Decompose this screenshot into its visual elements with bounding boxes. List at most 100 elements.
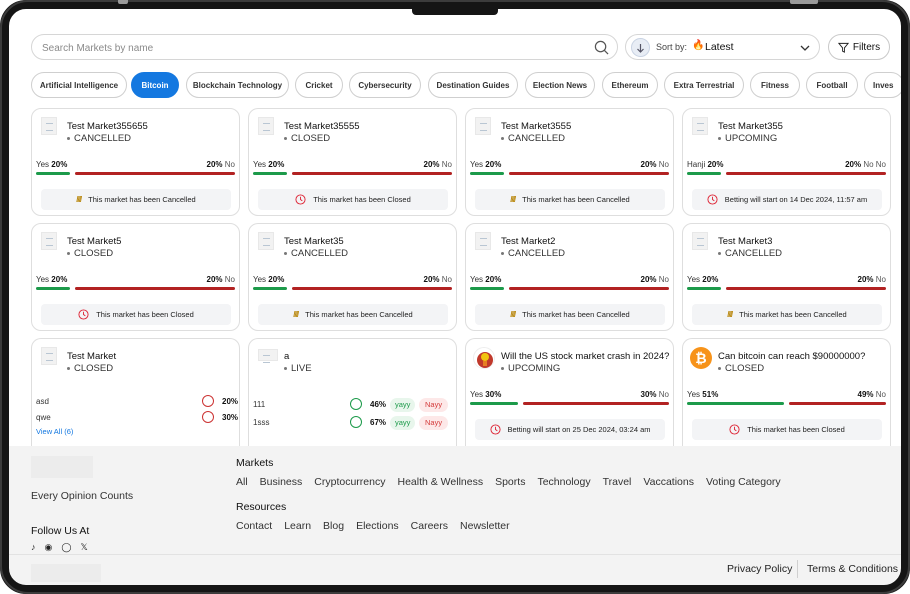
yes-label: Hanji 20% bbox=[687, 160, 724, 169]
market-card[interactable]: Test Market5 CLOSED Yes 20% 20% No This … bbox=[31, 223, 240, 331]
market-status-text: CANCELLED bbox=[508, 248, 566, 259]
yes-label: Yes 20% bbox=[253, 275, 285, 284]
yes-label: Yes 20% bbox=[470, 275, 502, 284]
chip-ethereum[interactable]: Ethereum bbox=[602, 72, 658, 98]
search-icon[interactable] bbox=[594, 40, 609, 55]
yes-button[interactable]: yayy bbox=[390, 416, 416, 430]
search-bar[interactable] bbox=[31, 34, 618, 60]
no-button[interactable]: Nayy bbox=[419, 416, 449, 430]
market-card[interactable]: Test Market355655 CANCELLED Yes 20% 20% … bbox=[31, 108, 240, 216]
footer-link[interactable]: Business bbox=[260, 476, 303, 488]
yes-label: Yes 51% bbox=[687, 390, 719, 399]
footer-link[interactable]: Elections bbox=[356, 520, 399, 532]
market-card[interactable]: ₿ Can bitcoin can reach $90000000? CLOSE… bbox=[682, 338, 891, 446]
discord-icon[interactable]: ◉ bbox=[45, 542, 53, 553]
yes-bar bbox=[687, 172, 721, 175]
privacy-policy-link[interactable]: Privacy Policy bbox=[727, 563, 792, 575]
footer-link[interactable]: Newsletter bbox=[460, 520, 510, 532]
chip-fitness[interactable]: Fitness bbox=[750, 72, 800, 98]
view-all-link[interactable]: View All (6) bbox=[36, 427, 73, 436]
footer-link[interactable]: Technology bbox=[537, 476, 590, 488]
chip-cricket[interactable]: Cricket bbox=[295, 72, 343, 98]
footer-link[interactable]: Sports bbox=[495, 476, 525, 488]
markets-heading: Markets bbox=[236, 457, 274, 469]
chip-election-news[interactable]: Election News bbox=[525, 72, 595, 98]
footer-link[interactable]: Voting Category bbox=[706, 476, 781, 488]
option-row[interactable]: asd 20% bbox=[36, 395, 238, 409]
no-label: 20% No bbox=[206, 275, 235, 284]
funnel-icon bbox=[837, 42, 849, 53]
footer-link[interactable]: Cryptocurrency bbox=[314, 476, 385, 488]
market-thumbnail bbox=[258, 232, 274, 250]
footer-link[interactable]: Travel bbox=[603, 476, 632, 488]
yes-bar bbox=[253, 172, 287, 175]
no-bar bbox=[509, 287, 669, 290]
chevron-down-icon bbox=[800, 45, 810, 51]
option-row[interactable]: 111 46% yayy Nayy bbox=[253, 398, 452, 412]
live-market-card[interactable]: a LIVE 111 46% yayy Nayy 1sss 67% yayy N… bbox=[248, 338, 457, 446]
chip-football[interactable]: Football bbox=[806, 72, 858, 98]
terms-link[interactable]: Terms & Conditions bbox=[807, 563, 898, 575]
option-name: 111 bbox=[253, 400, 266, 409]
filters-button[interactable]: Filters bbox=[828, 34, 890, 60]
chip-investing[interactable]: Inves bbox=[864, 72, 901, 98]
market-status-text: CANCELLED bbox=[725, 248, 783, 259]
footer-link[interactable]: All bbox=[236, 476, 248, 488]
instagram-icon[interactable]: ◯ bbox=[61, 542, 71, 553]
footer-link[interactable]: Health & Wellness bbox=[397, 476, 483, 488]
flame-icon: 🔥 bbox=[692, 40, 705, 51]
footer-link[interactable]: Blog bbox=[323, 520, 344, 532]
tiktok-icon[interactable]: ♪ bbox=[31, 542, 36, 553]
yes-label: Yes 20% bbox=[687, 275, 719, 284]
no-bar bbox=[726, 172, 886, 175]
market-card[interactable]: Test Market2 CANCELLED Yes 20% 20% No //… bbox=[465, 223, 674, 331]
x-icon[interactable]: 𝕏 bbox=[80, 542, 87, 553]
category-chips: Artificial Intelligence Bitcoin Blockcha… bbox=[31, 72, 901, 98]
market-status: CANCELLED bbox=[501, 133, 565, 144]
footer-link[interactable]: Learn bbox=[284, 520, 311, 532]
market-status-text: UPCOMING bbox=[725, 133, 778, 144]
market-card[interactable]: Test Market3 CANCELLED Yes 20% 20% No //… bbox=[682, 223, 891, 331]
yes-label: Yes 20% bbox=[36, 275, 68, 284]
footer-link[interactable]: Vaccations bbox=[643, 476, 694, 488]
no-label: 20% No bbox=[857, 275, 886, 284]
clock-icon bbox=[78, 309, 89, 320]
yes-label: Yes 20% bbox=[253, 160, 285, 169]
chip-cybersecurity[interactable]: Cybersecurity bbox=[349, 72, 421, 98]
yes-button[interactable]: yayy bbox=[390, 398, 416, 412]
market-status-text: CANCELLED bbox=[74, 133, 132, 144]
footer-link[interactable]: Contact bbox=[236, 520, 272, 532]
market-card[interactable]: Will the US stock market crash in 2024? … bbox=[465, 338, 674, 446]
no-button[interactable]: Nayy bbox=[419, 398, 449, 412]
footer-link[interactable]: Careers bbox=[411, 520, 448, 532]
market-status: UPCOMING bbox=[501, 363, 560, 374]
market-title: a bbox=[284, 351, 290, 362]
chip-artificial-intelligence[interactable]: Artificial Intelligence bbox=[31, 72, 127, 98]
market-card[interactable]: Test Market35555 CLOSED Yes 20% 20% No T… bbox=[248, 108, 457, 216]
no-bar bbox=[523, 402, 669, 405]
market-thumbnail bbox=[258, 349, 278, 363]
market-title: Test Market3 bbox=[718, 236, 773, 247]
option-row[interactable]: qwe 30% bbox=[36, 411, 238, 425]
chip-extra-terrestrial[interactable]: Extra Terrestrial bbox=[664, 72, 744, 98]
multi-option-card[interactable]: Test Market CLOSED asd 20% qwe 30% View … bbox=[31, 338, 240, 446]
no-bar bbox=[292, 172, 452, 175]
arrow-down-icon[interactable] bbox=[631, 38, 650, 57]
market-notice: This market has been Closed bbox=[692, 419, 882, 440]
sort-dropdown[interactable]: Sort by: 🔥 Latest bbox=[625, 34, 820, 60]
market-status-text: CANCELLED bbox=[508, 133, 566, 144]
chip-blockchain-technology[interactable]: Blockchain Technology bbox=[186, 72, 289, 98]
market-card[interactable]: Test Market35 CANCELLED Yes 20% 20% No /… bbox=[248, 223, 457, 331]
yes-bar bbox=[687, 287, 721, 290]
market-notice: ////This market has been Cancelled bbox=[41, 189, 231, 210]
clock-icon bbox=[707, 194, 718, 205]
market-title: Can bitcoin can reach $90000000? bbox=[718, 351, 866, 362]
market-card[interactable]: Test Market355 UPCOMING Hanji 20% 20% No… bbox=[682, 108, 891, 216]
option-row[interactable]: 1sss 67% yayy Nayy bbox=[253, 416, 452, 430]
market-card[interactable]: Test Market3555 CANCELLED Yes 20% 20% No… bbox=[465, 108, 674, 216]
footer-bottom-logo bbox=[31, 564, 101, 582]
chip-destination-guides[interactable]: Destination Guides bbox=[428, 72, 518, 98]
option-percent: 67% bbox=[370, 418, 387, 427]
search-input[interactable] bbox=[42, 39, 582, 57]
chip-bitcoin[interactable]: Bitcoin bbox=[131, 72, 179, 98]
